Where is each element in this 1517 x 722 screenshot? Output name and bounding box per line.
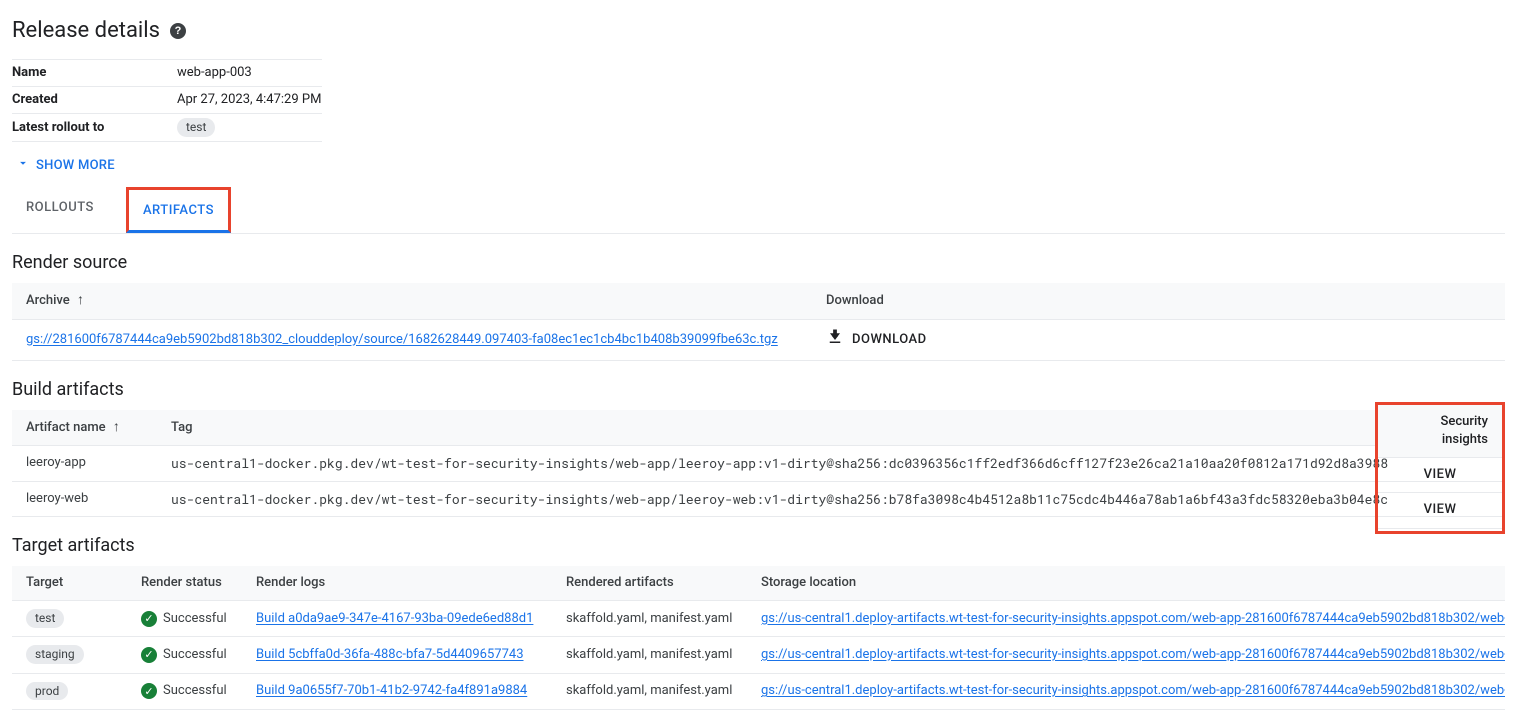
target-chip[interactable]: test [26,609,64,628]
sort-asc-icon: ↑ [73,292,84,308]
col-rendered: Rendered artifacts [552,566,747,601]
target-artifacts-heading: Target artifacts [12,533,1505,558]
artifact-tag-cell: us-central1-docker.pkg.dev/wt-test-for-s… [157,481,1505,516]
render-log-link[interactable]: Build 5cbffa0d-36fa-488c-bfa7-5d44096577… [256,647,524,662]
status-text: Successful [163,646,227,664]
check-circle-icon: ✓ [141,611,157,627]
view-security-button[interactable]: VIEW [1378,493,1502,528]
status-text: Successful [163,610,227,628]
status-cell: ✓ Successful [141,682,228,700]
artifact-tag-cell: us-central1-docker.pkg.dev/wt-test-for-s… [157,446,1505,481]
col-artifact-name-label: Artifact name [26,420,106,435]
storage-link[interactable]: gs://us-central1.deploy-artifacts.wt-tes… [761,683,1505,698]
details-name-label: Name [12,59,177,86]
col-status: Render status [127,566,242,601]
table-row: prod ✓ Successful Build 9a0655f7-70b1-41b… [12,673,1505,709]
page-title-text: Release details [12,16,160,47]
details-rollout-chip[interactable]: test [177,118,215,137]
target-artifacts-table: Target Render status Render logs Rendere… [12,566,1505,710]
security-insights-highlight: Security insights VIEW VIEW [1375,402,1505,534]
archive-link[interactable]: gs://281600f6787444ca9eb5902bd818b302_cl… [26,332,778,347]
storage-link[interactable]: gs://us-central1.deploy-artifacts.wt-tes… [761,647,1505,662]
rendered-artifacts-cell: skaffold.yaml, manifest.yaml [552,637,747,673]
details-rollout-label: Latest rollout to [12,114,177,142]
table-row: test ✓ Successful Build a0da9ae9-347e-416… [12,601,1505,637]
render-log-link[interactable]: Build 9a0655f7-70b1-41b2-9742-fa4f891a98… [256,683,527,698]
check-circle-icon: ✓ [141,647,157,663]
col-target: Target [12,566,127,601]
page-title: Release details ? [12,16,1505,47]
col-security-insights: Security insights [1378,405,1502,458]
sort-asc-icon: ↑ [109,419,120,435]
storage-link[interactable]: gs://us-central1.deploy-artifacts.wt-tes… [761,611,1505,626]
rendered-artifacts-cell: skaffold.yaml, manifest.yaml [552,673,747,709]
table-row: staging ✓ Successful Build 5cbffa0d-36fa-… [12,637,1505,673]
table-row: leeroy-app us-central1-docker.pkg.dev/wt… [12,446,1505,481]
status-text: Successful [163,682,227,700]
check-circle-icon: ✓ [141,683,157,699]
render-source-table: Archive ↑ Download gs://281600f6787444ca… [12,283,1505,361]
artifact-name-cell: leeroy-app [12,446,157,481]
render-log-link[interactable]: Build a0da9ae9-347e-4167-93ba-09ede6ed88… [256,611,533,626]
tab-artifacts[interactable]: ARTIFACTS [126,187,231,233]
show-more-label: SHOW MORE [36,157,115,175]
build-artifacts-heading: Build artifacts [12,377,1505,402]
download-icon [826,328,844,352]
tab-rollouts[interactable]: ROLLOUTS [12,187,108,233]
rendered-artifacts-cell: skaffold.yaml, manifest.yaml [552,601,747,637]
col-download: Download [812,283,1505,319]
col-storage: Storage location [747,566,1505,601]
artifact-name-cell: leeroy-web [12,481,157,516]
table-row: gs://281600f6787444ca9eb5902bd818b302_cl… [12,319,1505,360]
col-archive-label: Archive [26,293,70,308]
build-artifacts-table: Artifact name ↑ Tag leeroy-app us-centra… [12,410,1505,517]
release-details-table: Name web-app-003 Created Apr 27, 2023, 4… [12,59,322,143]
status-cell: ✓ Successful [141,646,228,664]
show-more-button[interactable]: SHOW MORE [12,148,119,186]
target-chip[interactable]: staging [26,645,84,664]
target-chip[interactable]: prod [26,682,68,701]
help-icon[interactable]: ? [170,23,186,39]
tabs: ROLLOUTS ARTIFACTS [12,187,1505,234]
status-cell: ✓ Successful [141,610,228,628]
render-source-heading: Render source [12,250,1505,275]
download-label: DOWNLOAD [852,331,927,349]
col-logs: Render logs [242,566,552,601]
chevron-down-icon [16,156,30,176]
view-security-button[interactable]: VIEW [1378,458,1502,493]
col-artifact-name[interactable]: Artifact name ↑ [12,410,157,446]
col-archive[interactable]: Archive ↑ [12,283,812,319]
details-created-value: Apr 27, 2023, 4:47:29 PM [177,86,322,113]
col-tag: Tag [157,410,1505,446]
details-created-label: Created [12,86,177,113]
table-row: leeroy-web us-central1-docker.pkg.dev/wt… [12,481,1505,516]
details-name-value: web-app-003 [177,59,322,86]
download-button[interactable]: DOWNLOAD [826,328,927,352]
